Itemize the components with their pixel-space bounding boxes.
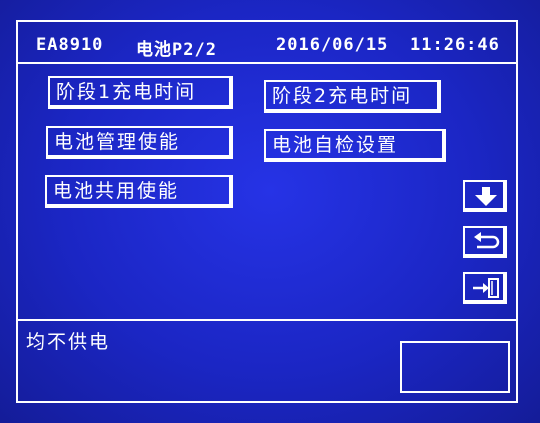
date-display: 2016/06/15	[276, 35, 389, 55]
status-message: 均不供电	[26, 331, 111, 353]
stage1-charge-time-button[interactable]: 阶段1充电时间	[48, 76, 233, 109]
device-model: EA8910	[36, 35, 104, 55]
status-divider	[18, 319, 516, 321]
return-icon	[474, 232, 500, 249]
header-bar: EA8910 电池P2/2 2016/06/15 11:26:46	[18, 22, 516, 64]
battery-shared-enable-button[interactable]: 电池共用使能	[45, 175, 233, 208]
page-down-button[interactable]	[463, 180, 507, 212]
down-arrow-icon	[475, 187, 497, 206]
page-title: 电池P2/2	[136, 40, 217, 60]
exit-icon	[473, 278, 499, 298]
battery-management-enable-button[interactable]: 电池管理使能	[46, 126, 233, 159]
stage2-charge-time-button[interactable]: 阶段2充电时间	[264, 80, 441, 113]
exit-button[interactable]	[463, 272, 507, 304]
time-display: 11:26:46	[410, 35, 500, 55]
status-indicator-box	[400, 341, 510, 393]
battery-selftest-settings-button[interactable]: 电池自检设置	[264, 129, 446, 162]
back-button[interactable]	[463, 226, 507, 258]
